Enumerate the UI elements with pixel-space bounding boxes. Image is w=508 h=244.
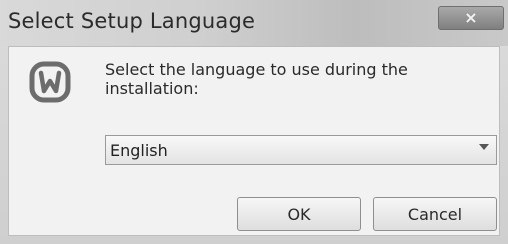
window-title: Select Setup Language [8,9,256,33]
close-icon: × [464,8,478,27]
language-select-value: English [110,141,168,160]
chevron-down-icon[interactable] [479,144,489,150]
title-bar[interactable]: Select Setup Language × [0,0,508,46]
wampserver-logo-icon [29,61,71,103]
dialog-body: Select the language to use during the in… [8,46,500,236]
ok-button[interactable]: OK [237,197,361,231]
language-select[interactable]: English [105,135,497,165]
cancel-button[interactable]: Cancel [373,197,497,231]
language-prompt: Select the language to use during the in… [105,60,408,98]
setup-language-window: Select Setup Language × Select the langu… [0,0,508,244]
close-button[interactable]: × [438,6,504,30]
